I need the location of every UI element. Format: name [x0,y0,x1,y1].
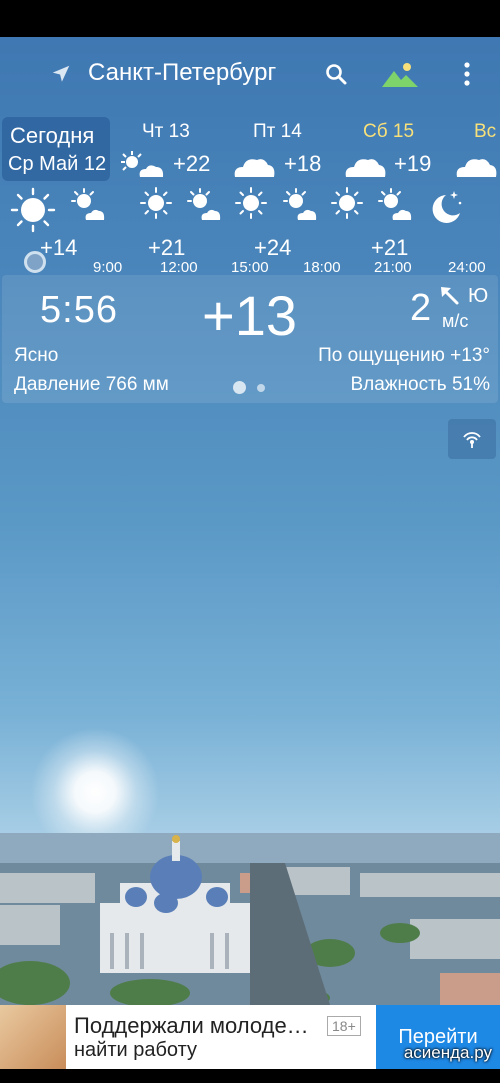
hour-time: 9:00 [93,259,123,276]
day-name: Чт 13 [142,121,190,142]
ad-image [0,1005,66,1069]
current-time: 5:56 [40,289,118,331]
daily-forecast-strip: Сегодня Ср Май 12 Чт 13 +22 Пт 14 +18 Сб… [0,115,500,183]
hour-temp: +21 [148,235,186,260]
sun-icon [140,187,172,219]
city-name[interactable]: Санкт-Петербург [88,59,276,87]
today-label: Сегодня [10,123,95,148]
sun-icon [10,187,56,233]
wind-direction: Ю [468,285,489,307]
more-vert-icon[interactable] [452,59,482,89]
landscape-icon[interactable] [381,59,419,89]
condition-text: Ясно [14,345,59,366]
radar-icon [463,432,481,448]
weather-screen: Санкт-Петербург Сегодня Ср Май 12 Чт 13 [0,37,500,1005]
day-thu[interactable]: Чт 13 +22 [112,115,220,183]
location-arrow-icon[interactable] [50,63,72,85]
day-name: Сб 15 [363,121,415,142]
hour-temp: +24 [254,235,292,260]
ad-title: Поддержали молоде… [74,1013,309,1038]
day-temp: +18 [284,151,322,176]
today-date: Ср Май 12 [8,153,107,175]
feels-like: По ощущению +13° [318,345,490,366]
radar-button[interactable] [448,419,496,459]
wind-unit: м/с [442,311,469,331]
sun-cloud-icon [378,188,412,220]
hour-temp: +14 [40,235,78,260]
current-time-marker [24,251,46,273]
page-indicator [233,381,273,395]
hour-time: 24:00 [448,259,486,276]
watermark: асиенда.ру [403,1043,492,1062]
cloud-icon [345,159,386,177]
page-dot-active [233,381,246,394]
day-sun[interactable]: Вс [452,115,500,183]
sun-icon [235,187,267,219]
moon-stars-icon [432,191,462,223]
hour-time: 15:00 [231,259,269,276]
ad-age-badge: 18+ [327,1016,361,1036]
hourly-forecast-strip: +14 +21 +24 +21 9:00 12:00 15:00 18:00 2… [0,183,500,276]
day-fri[interactable]: Пт 14 +18 [226,115,334,183]
hour-temp: +21 [371,235,409,260]
day-name: Пт 14 [253,121,302,142]
ad-subtitle: найти работу [74,1039,197,1061]
day-name: Вс [474,121,497,142]
sun-cloud-icon [71,188,105,220]
sun-cloud-icon [283,188,317,220]
current-temperature: +13 [202,284,297,347]
top-bar: Санкт-Петербург [0,37,500,115]
hour-time: 21:00 [374,259,412,276]
page-dot [257,384,265,392]
sun-cloud-icon [187,188,221,220]
status-bar [0,0,500,37]
day-sat[interactable]: Сб 15 +19 [338,115,446,183]
cloud-icon [234,159,275,177]
current-conditions-card[interactable]: 5:56 +13 2 Ю м/с Ясно По ощущению +13° Д… [2,275,498,403]
day-temp: +22 [173,151,211,176]
sun-cloud-icon [121,151,164,177]
city-background-image [0,833,500,1005]
navigation-bar [0,1069,500,1083]
day-temp: +19 [394,151,432,176]
wind-direction-arrow-icon [441,287,459,305]
pressure: Давление 766 мм [14,374,169,395]
hour-time: 12:00 [160,259,198,276]
cloud-icon [456,159,497,177]
humidity: Влажность 51% [350,374,490,395]
wind-speed: 2 [410,287,432,329]
hour-time: 18:00 [303,259,341,276]
search-icon[interactable] [321,59,351,89]
day-today[interactable]: Сегодня Ср Май 12 [2,117,110,181]
sun-icon [331,187,363,219]
